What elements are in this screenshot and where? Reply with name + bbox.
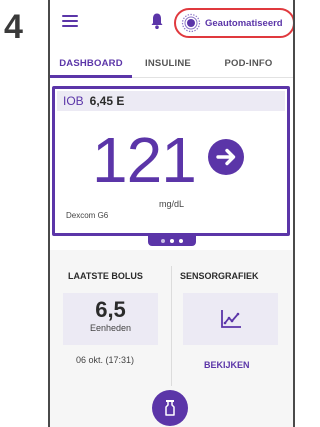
phone-screen: Geautomatiseerd DASHBOARD INSULINE POD-I… [48, 0, 295, 427]
top-bar: Geautomatiseerd [50, 0, 293, 44]
arrow-right-icon [208, 139, 244, 175]
sensor-graph-title: SENSORGRAFIEK [180, 271, 259, 281]
iob-bar: IOB 6,45 E [57, 91, 285, 111]
menu-icon[interactable] [62, 15, 78, 27]
last-bolus-time: 06 okt. (17:31) [76, 355, 135, 365]
bell-icon[interactable] [150, 12, 164, 30]
iob-value: 6,45 E [89, 94, 125, 108]
glucose-value: 121 [92, 124, 197, 196]
bolus-icon [165, 400, 175, 416]
mode-label: Geautomatiseerd [205, 17, 283, 29]
tab-dashboard[interactable]: DASHBOARD [50, 56, 132, 78]
step-number: 4 [4, 8, 23, 46]
sensor-name: Dexcom G6 [66, 211, 109, 220]
line-chart-icon [220, 310, 241, 328]
last-bolus-unit: Eenheden [89, 323, 132, 333]
iob-label: IOB [63, 94, 84, 108]
automated-mode-icon [181, 13, 201, 33]
tab-insuline[interactable]: INSULINE [132, 56, 204, 77]
view-graph-link[interactable]: BEKIJKEN [204, 360, 250, 370]
tab-pod-info[interactable]: POD-INFO [204, 56, 293, 77]
page-dot [161, 239, 165, 243]
glucose-card[interactable]: IOB 6,45 E 121 mg/dL Dexcom G6 [52, 86, 290, 236]
column-divider [171, 266, 172, 386]
summary-panel: LAATSTE BOLUS 6,5 Eenheden 06 okt. (17:3… [50, 250, 293, 427]
page-indicator[interactable] [148, 236, 196, 246]
page-dot [179, 239, 183, 243]
sensor-graph-box[interactable] [183, 293, 278, 345]
tab-bar: DASHBOARD INSULINE POD-INFO [50, 56, 293, 78]
last-bolus-title: LAATSTE BOLUS [68, 271, 143, 281]
last-bolus-box: 6,5 Eenheden [63, 293, 158, 345]
glucose-unit: mg/dL [159, 199, 185, 209]
bolus-button[interactable] [152, 390, 188, 426]
page-dot [170, 239, 174, 243]
last-bolus-value: 6,5 [95, 297, 126, 322]
mode-indicator-button[interactable]: Geautomatiseerd [174, 8, 293, 38]
